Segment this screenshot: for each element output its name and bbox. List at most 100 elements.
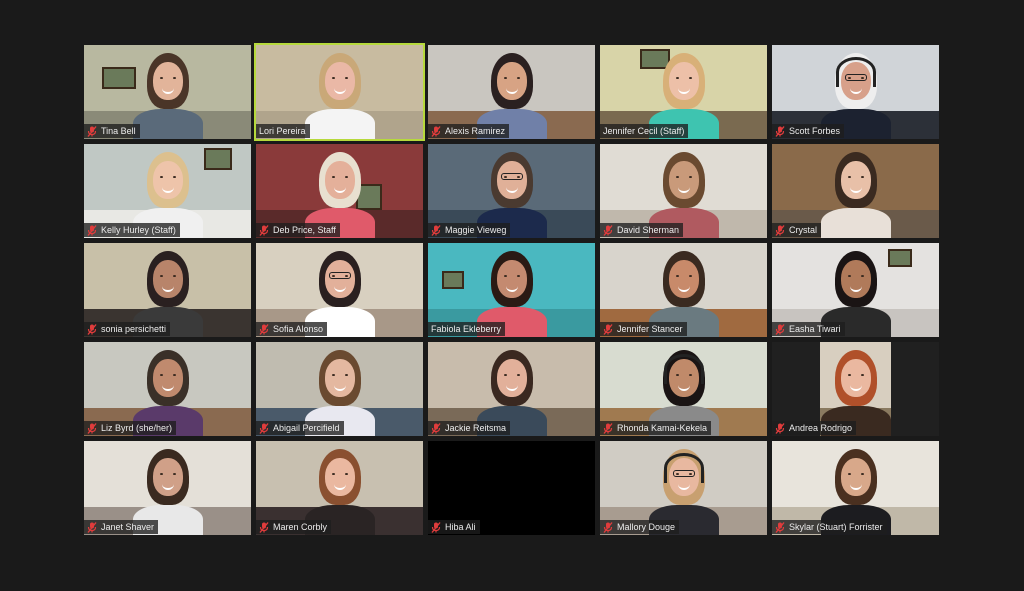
participant-name: Easha Tiwari — [789, 324, 841, 334]
participant-nametag: Easha Tiwari — [772, 322, 845, 336]
microphone-muted-icon — [87, 224, 97, 236]
participant-nametag: Andrea Rodrigo — [772, 421, 857, 435]
microphone-muted-icon — [603, 422, 613, 434]
participant-tile[interactable]: Jackie Reitsma — [428, 342, 595, 436]
participant-grid: Tina Bell Lori Pereira Alexis Ramirez Je… — [84, 43, 939, 535]
participant-nametag: Fabiola Ekleberry — [428, 322, 506, 336]
participant-name: Jackie Reitsma — [445, 423, 507, 433]
participant-nametag: Deb Price, Staff — [256, 223, 340, 237]
participant-nametag: David Sherman — [600, 223, 684, 237]
microphone-muted-icon — [775, 422, 785, 434]
microphone-muted-icon — [87, 125, 97, 137]
microphone-muted-icon — [603, 521, 613, 533]
participant-tile[interactable]: Scott Forbes — [772, 45, 939, 139]
participant-nametag: Scott Forbes — [772, 124, 845, 138]
participant-name: Liz Byrd (she/her) — [101, 423, 173, 433]
microphone-muted-icon — [431, 125, 441, 137]
participant-tile[interactable]: Rhonda Kamai-Kekela — [600, 342, 767, 436]
microphone-muted-icon — [259, 323, 269, 335]
participant-tile[interactable]: Fabiola Ekleberry — [428, 243, 595, 337]
participant-name: Skylar (Stuart) Forrister — [789, 522, 883, 532]
participant-nametag: Alexis Ramirez — [428, 124, 510, 138]
participant-nametag: Hiba Ali — [428, 520, 480, 534]
participant-tile[interactable]: Andrea Rodrigo — [772, 342, 939, 436]
participant-name: Scott Forbes — [789, 126, 841, 136]
microphone-muted-icon — [87, 422, 97, 434]
participant-figure — [811, 152, 901, 238]
participant-name: Deb Price, Staff — [273, 225, 336, 235]
participant-tile[interactable]: Alexis Ramirez — [428, 45, 595, 139]
participant-name: Jennifer Stancer — [617, 324, 683, 334]
participant-name: Abigail Percifield — [273, 423, 340, 433]
microphone-muted-icon — [259, 224, 269, 236]
participant-tile[interactable]: Tina Bell — [84, 45, 251, 139]
participant-tile[interactable]: Easha Tiwari — [772, 243, 939, 337]
participant-tile[interactable]: Janet Shaver — [84, 441, 251, 535]
participant-nametag: Jackie Reitsma — [428, 421, 511, 435]
participant-name: Tina Bell — [101, 126, 136, 136]
participant-nametag: Janet Shaver — [84, 520, 159, 534]
participant-tile[interactable]: David Sherman — [600, 144, 767, 238]
participant-name: sonia persichetti — [101, 324, 167, 334]
participant-tile[interactable]: Deb Price, Staff — [256, 144, 423, 238]
microphone-muted-icon — [775, 224, 785, 236]
participant-tile[interactable]: Crystal — [772, 144, 939, 238]
microphone-muted-icon — [775, 521, 785, 533]
participant-name: Lori Pereira — [259, 126, 306, 136]
microphone-muted-icon — [775, 125, 785, 137]
participant-tile[interactable]: Maggie Vieweg — [428, 144, 595, 238]
microphone-muted-icon — [259, 521, 269, 533]
participant-name: Maren Corbly — [273, 522, 328, 532]
participant-nametag: Abigail Percifield — [256, 421, 344, 435]
participant-name: Crystal — [789, 225, 818, 235]
participant-tile[interactable]: Maren Corbly — [256, 441, 423, 535]
microphone-muted-icon — [431, 422, 441, 434]
participant-tile[interactable]: Liz Byrd (she/her) — [84, 342, 251, 436]
participant-nametag: Jennifer Stancer — [600, 322, 687, 336]
participant-tile[interactable]: Sofia Alonso — [256, 243, 423, 337]
microphone-muted-icon — [259, 422, 269, 434]
participant-nametag: Liz Byrd (she/her) — [84, 421, 177, 435]
participant-tile[interactable]: Lori Pereira — [254, 43, 425, 141]
participant-name: Kelly Hurley (Staff) — [101, 225, 176, 235]
participant-name: David Sherman — [617, 225, 680, 235]
participant-name: Sofia Alonso — [273, 324, 324, 334]
microphone-muted-icon — [603, 224, 613, 236]
participant-name: Maggie Vieweg — [445, 225, 507, 235]
participant-nametag: Skylar (Stuart) Forrister — [772, 520, 887, 534]
participant-nametag: Kelly Hurley (Staff) — [84, 223, 180, 237]
participant-nametag: Lori Pereira — [256, 124, 310, 138]
participant-nametag: Rhonda Kamai-Kekela — [600, 421, 712, 435]
participant-nametag: Tina Bell — [84, 124, 140, 138]
microphone-muted-icon — [431, 224, 441, 236]
participant-tile[interactable]: Hiba Ali — [428, 441, 595, 535]
participant-name: Mallory Douge — [617, 522, 676, 532]
participant-name: Fabiola Ekleberry — [431, 324, 502, 334]
participant-tile[interactable]: sonia persichetti — [84, 243, 251, 337]
participant-nametag: Sofia Alonso — [256, 322, 328, 336]
participant-nametag: Jennifer Cecil (Staff) — [600, 124, 689, 138]
participant-name: Rhonda Kamai-Kekela — [617, 423, 708, 433]
microphone-muted-icon — [431, 521, 441, 533]
participant-tile[interactable]: Kelly Hurley (Staff) — [84, 144, 251, 238]
microphone-muted-icon — [87, 323, 97, 335]
participant-name: Alexis Ramirez — [445, 126, 506, 136]
microphone-muted-icon — [603, 323, 613, 335]
participant-tile[interactable]: Abigail Percifield — [256, 342, 423, 436]
participant-tile[interactable]: Mallory Douge — [600, 441, 767, 535]
microphone-muted-icon — [87, 521, 97, 533]
participant-tile[interactable]: Jennifer Cecil (Staff) — [600, 45, 767, 139]
participant-name: Andrea Rodrigo — [789, 423, 853, 433]
wall-picture — [442, 271, 464, 289]
participant-nametag: Maren Corbly — [256, 520, 332, 534]
participant-name: Janet Shaver — [101, 522, 155, 532]
participant-nametag: Maggie Vieweg — [428, 223, 511, 237]
participant-name: Hiba Ali — [445, 522, 476, 532]
participant-nametag: sonia persichetti — [84, 322, 171, 336]
participant-nametag: Mallory Douge — [600, 520, 680, 534]
microphone-muted-icon — [775, 323, 785, 335]
participant-tile[interactable]: Jennifer Stancer — [600, 243, 767, 337]
participant-nametag: Crystal — [772, 223, 822, 237]
participant-tile[interactable]: Skylar (Stuart) Forrister — [772, 441, 939, 535]
participant-name: Jennifer Cecil (Staff) — [603, 126, 685, 136]
